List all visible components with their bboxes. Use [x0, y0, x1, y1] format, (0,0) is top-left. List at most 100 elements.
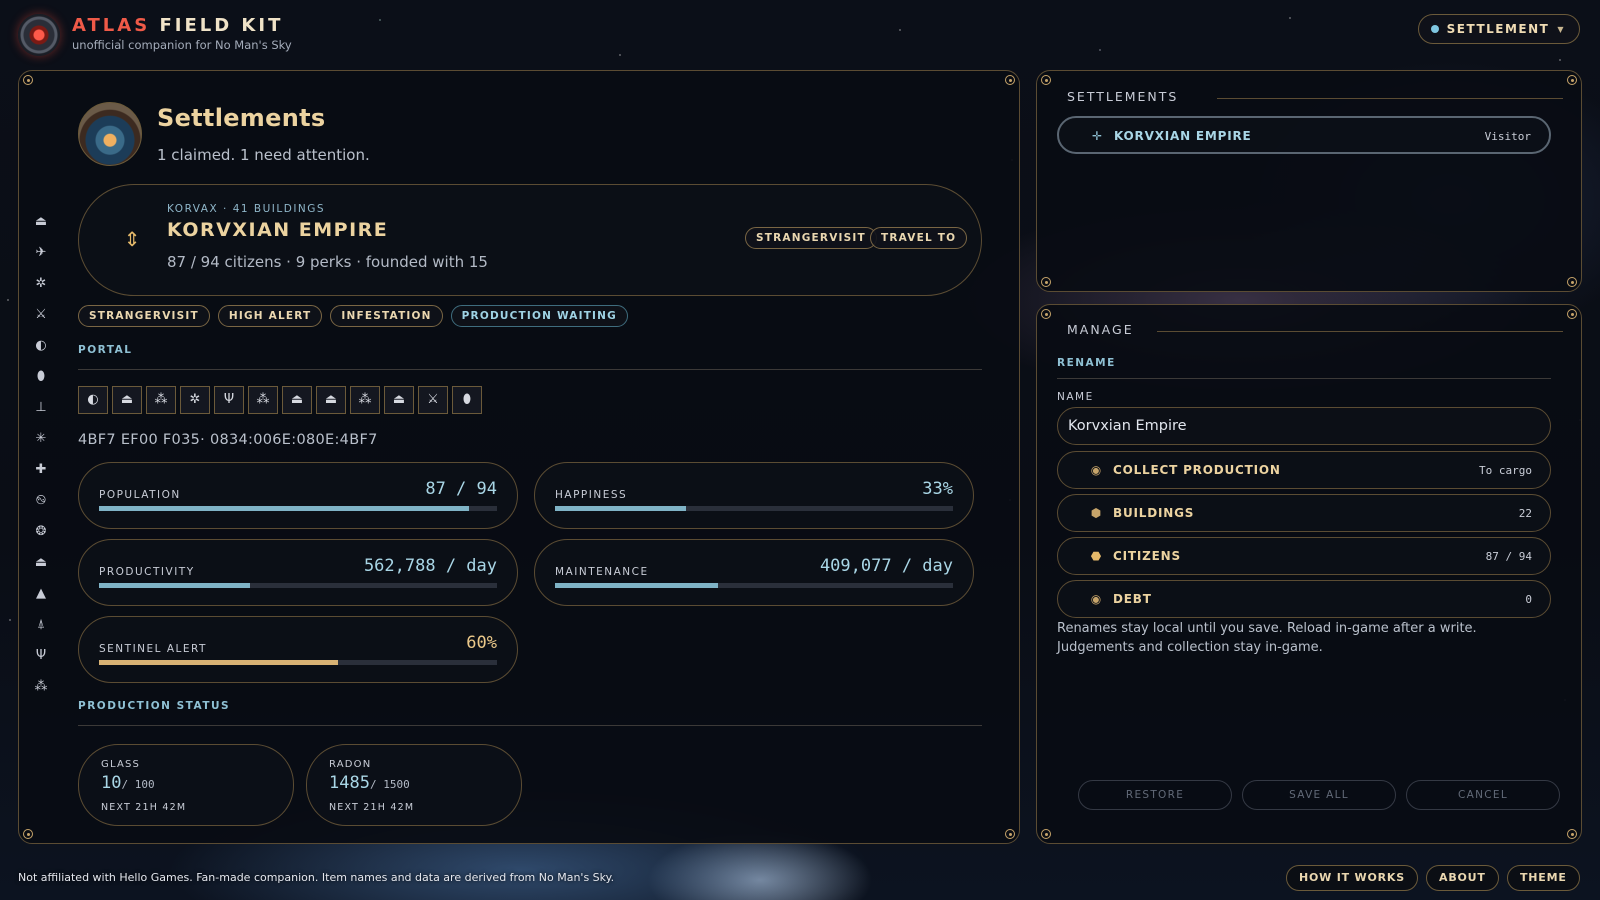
productivity-bar-fill — [99, 583, 251, 588]
brand-word-atlas: ATLAS — [72, 15, 151, 36]
rename-section-label: RENAME — [1057, 357, 1116, 369]
building-icon: ⬢ — [1090, 506, 1102, 520]
name-input[interactable] — [1057, 407, 1551, 445]
glyph-diplo-icon[interactable]: ✲ — [180, 386, 210, 414]
fighter-icon[interactable]: ✈ — [32, 243, 50, 262]
sword-icon[interactable]: ⚔ — [32, 305, 50, 324]
glyph-dragonfly-icon[interactable]: ⁂ — [350, 386, 380, 414]
portal-divider — [78, 369, 982, 370]
citizens-label: CITIZENS — [1113, 549, 1181, 563]
population-value: 87 / 94 — [425, 479, 497, 499]
glyph-bug-icon[interactable]: ⏏ — [316, 386, 346, 414]
corner-rivet-icon — [1005, 75, 1015, 85]
mode-label: SETTLEMENT — [1446, 22, 1550, 36]
buildings-value: 22 — [1518, 507, 1532, 520]
corner-rivet-icon — [1041, 75, 1051, 85]
glyph-eclipse-icon[interactable]: Ψ — [214, 386, 244, 414]
orb-icon[interactable]: ❂ — [32, 522, 50, 541]
happiness-value: 33% — [922, 479, 953, 499]
tree-icon[interactable]: ⁂ — [32, 677, 50, 696]
glyph-whale-icon[interactable]: ⬮ — [452, 386, 482, 414]
save-all-button[interactable]: SAVE ALL — [1242, 780, 1396, 810]
glyph-boat-icon[interactable]: ⏏ — [282, 386, 312, 414]
productivity-value: 562,788 / day — [363, 556, 497, 576]
pod-icon[interactable]: ⬮ — [32, 367, 50, 386]
collect-production-value: To cargo — [1479, 464, 1532, 477]
maintenance-label: MAINTENANCE — [555, 566, 649, 578]
debt-row[interactable]: ◉ DEBT 0 — [1057, 580, 1551, 618]
theme-button[interactable]: THEME — [1507, 865, 1580, 891]
settlements-title-rule — [1217, 98, 1563, 99]
bug-icon[interactable]: ✳ — [32, 429, 50, 448]
production-amount: 10 — [101, 773, 122, 793]
about-button[interactable]: ABOUT — [1426, 865, 1499, 891]
drone-icon[interactable]: ✚ — [32, 460, 50, 479]
collect-production-row[interactable]: ◉ COLLECT PRODUCTION To cargo — [1057, 451, 1551, 489]
citizens-icon: ⬣ — [1090, 549, 1102, 563]
category-sidebar: ⏏ ✈ ✲ ⚔ ◐ ⬮ ⊥ ✳ ✚ ࿊ ❂ ⏏ ▲ ⍋ Ψ ⁂ — [30, 212, 52, 696]
antenna-icon[interactable]: Ψ — [32, 646, 50, 665]
population-bar-fill — [99, 506, 470, 511]
restore-button[interactable]: RESTORE — [1078, 780, 1232, 810]
glyph-voxel-icon[interactable]: ⚔ — [418, 386, 448, 414]
corner-rivet-icon — [1567, 829, 1577, 839]
settlement-summary: 87 / 94 citizens · 9 perks · founded wit… — [167, 253, 488, 271]
production-divider — [78, 725, 982, 726]
glyph-face-icon[interactable]: ⁂ — [146, 386, 176, 414]
manage-panel-title: MANAGE — [1067, 322, 1134, 337]
sentinel-alert-label: SENTINEL ALERT — [99, 643, 207, 655]
page-subtitle: 1 claimed. 1 need attention. — [157, 146, 370, 164]
corner-rivet-icon — [1041, 829, 1051, 839]
production-resource: GLASS — [101, 759, 141, 770]
collect-production-label: COLLECT PRODUCTION — [1113, 463, 1281, 477]
spiral-icon[interactable]: ࿊ — [32, 491, 50, 510]
settlement-name: KORVXIAN EMPIRE — [167, 219, 389, 241]
glyph-sunset-icon[interactable]: ◐ — [78, 386, 108, 414]
sentinel-alert-stat: SENTINEL ALERT 60% — [78, 616, 518, 683]
manage-note: Renames stay local until you save. Reloa… — [1057, 621, 1477, 655]
ship-icon[interactable]: ⏏ — [32, 212, 50, 231]
glyph-bird-icon[interactable]: ⏏ — [112, 386, 142, 414]
corner-rivet-icon — [23, 75, 33, 85]
citizens-row[interactable]: ⬣ CITIZENS 87 / 94 — [1057, 537, 1551, 575]
brand-word-field-kit: FIELD KIT — [159, 15, 284, 36]
travel-to-button[interactable]: TRAVEL TO — [870, 227, 968, 249]
debt-value: 0 — [1525, 593, 1532, 606]
maintenance-bar-fill — [555, 583, 719, 588]
status-tags: STRANGERVISIT HIGH ALERT INFESTATION PRO… — [78, 305, 628, 327]
manage-panel: MANAGE RENAME NAME ◉ COLLECT PRODUCTION … — [1036, 304, 1582, 844]
interceptor-icon[interactable]: ⍋ — [32, 615, 50, 634]
corner-rivet-icon — [1567, 309, 1577, 319]
page-title: Settlements — [157, 104, 326, 132]
production-amount: 1485 — [329, 773, 370, 793]
buildings-row[interactable]: ⬢ BUILDINGS 22 — [1057, 494, 1551, 532]
sentinel-alert-bar-fill — [99, 660, 338, 665]
production-status-label: PRODUCTION STATUS — [78, 700, 231, 712]
mode-selector-button[interactable]: SETTLEMENT ▼ — [1417, 14, 1580, 44]
productivity-label: PRODUCTIVITY — [99, 566, 195, 578]
maintenance-value: 409,077 / day — [819, 556, 953, 576]
rename-divider — [1057, 378, 1551, 379]
glyph-galaxy-icon[interactable]: ⏏ — [384, 386, 414, 414]
settlement-list-item[interactable]: ✛ KORVXIAN EMPIRE Visitor — [1057, 116, 1551, 154]
coin-icon: ◉ — [1090, 592, 1102, 606]
tag-production-waiting: PRODUCTION WAITING — [450, 305, 628, 327]
how-it-works-button[interactable]: HOW IT WORKS — [1286, 865, 1418, 891]
production-max: / 1500 — [369, 778, 410, 791]
buildings-label: BUILDINGS — [1113, 506, 1195, 520]
globe-icon[interactable]: ◐ — [32, 336, 50, 355]
production-resource: RADON — [329, 759, 372, 770]
happiness-bar — [555, 506, 953, 511]
settlement-avatar — [78, 102, 142, 166]
rocket-icon[interactable]: ▲ — [32, 584, 50, 603]
production-eta: NEXT 21H 42M — [101, 802, 187, 813]
sentinel-icon[interactable]: ✲ — [32, 274, 50, 293]
glyph-balloon-icon[interactable]: ⁂ — [248, 386, 278, 414]
production-quantity: 1485/ 1500 — [329, 773, 410, 793]
cancel-button[interactable]: CANCEL — [1406, 780, 1560, 810]
corner-rivet-icon — [1567, 75, 1577, 85]
freighter-icon[interactable]: ⊥ — [32, 398, 50, 417]
shuttle-icon[interactable]: ⏏ — [32, 553, 50, 572]
strangervisit-button[interactable]: STRANGERVISIT — [745, 227, 877, 249]
sentinel-alert-value: 60% — [466, 633, 497, 653]
